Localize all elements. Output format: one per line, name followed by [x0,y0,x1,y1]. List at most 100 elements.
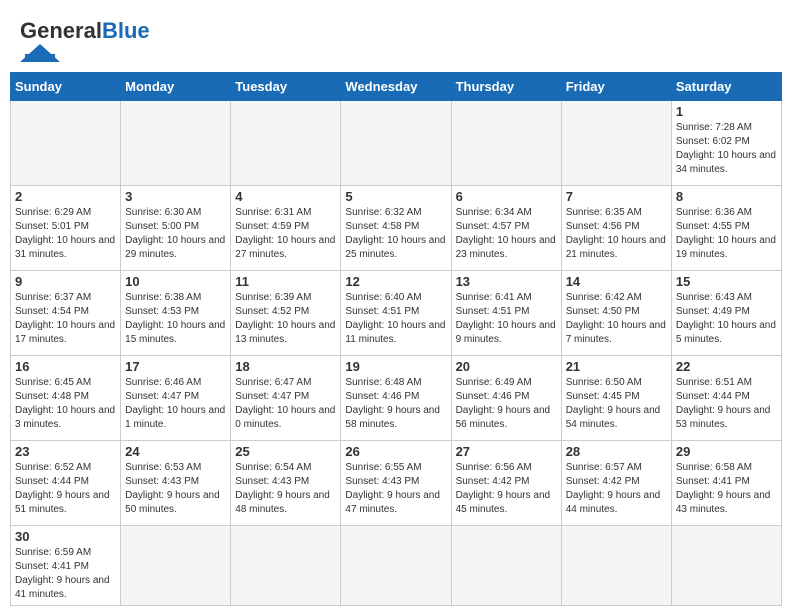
day-number: 5 [345,189,446,204]
day-info: Sunrise: 6:56 AM Sunset: 4:42 PM Dayligh… [456,461,557,517]
day-number: 12 [345,274,446,289]
day-number: 9 [15,274,116,289]
day-number: 21 [566,359,667,374]
logo: GeneralBlue [20,20,150,62]
calendar-cell: 24Sunrise: 6:53 AM Sunset: 4:43 PM Dayli… [121,441,231,526]
day-number: 26 [345,444,446,459]
day-info: Sunrise: 6:30 AM Sunset: 5:00 PM Dayligh… [125,206,226,262]
calendar-cell [341,526,451,606]
calendar-cell: 11 Sunrise: 6:39 AM Sunset: 4:52 PM Dayli… [231,271,341,356]
calendar-cell [561,526,671,606]
day-info: Sunrise: 6:29 AM Sunset: 5:01 PM Dayligh… [15,206,116,262]
calendar-cell [121,526,231,606]
day-number: 23 [15,444,116,459]
calendar-cell: 15 Sunrise: 6:43 AM Sunset: 4:49 PM Dayli… [671,271,781,356]
header-thursday: Thursday [451,73,561,101]
logo-text: GeneralBlue [20,20,150,42]
header-monday: Monday [121,73,231,101]
day-info: Sunrise: 6:52 AM Sunset: 4:44 PM Dayligh… [15,461,116,517]
day-info: Sunrise: 6:43 AM Sunset: 4:49 PM Dayligh… [676,291,777,347]
calendar-cell: 25 Sunrise: 6:54 AM Sunset: 4:43 PM Dayli… [231,441,341,526]
day-info: Sunrise: 6:38 AM Sunset: 4:53 PM Dayligh… [125,291,226,347]
calendar-cell: 26 Sunrise: 6:55 AM Sunset: 4:43 PM Dayli… [341,441,451,526]
day-info: Sunrise: 6:49 AM Sunset: 4:46 PM Dayligh… [456,376,557,432]
header-tuesday: Tuesday [231,73,341,101]
day-number: 28 [566,444,667,459]
day-info: Sunrise: 6:37 AM Sunset: 4:54 PM Dayligh… [15,291,116,347]
calendar-cell: 10Sunrise: 6:38 AM Sunset: 4:53 PM Dayli… [121,271,231,356]
week-row-4: 23 Sunrise: 6:52 AM Sunset: 4:44 PM Dayli… [11,441,782,526]
day-info: Sunrise: 6:51 AM Sunset: 4:44 PM Dayligh… [676,376,777,432]
calendar-cell: 7 Sunrise: 6:35 AM Sunset: 4:56 PM Daylig… [561,186,671,271]
calendar-cell [231,526,341,606]
calendar-cell: 14 Sunrise: 6:42 AM Sunset: 4:50 PM Dayli… [561,271,671,356]
day-number: 24 [125,444,226,459]
calendar-cell: 16 Sunrise: 6:45 AM Sunset: 4:48 PM Dayli… [11,356,121,441]
day-number: 27 [456,444,557,459]
calendar-cell: 1 Sunrise: 7:28 AM Sunset: 6:02 PM Daylig… [671,101,781,186]
calendar-cell: 29 Sunrise: 6:58 AM Sunset: 4:41 PM Dayli… [671,441,781,526]
day-number: 11 [235,274,336,289]
calendar-cell: 20Sunrise: 6:49 AM Sunset: 4:46 PM Dayli… [451,356,561,441]
day-number: 22 [676,359,777,374]
day-number: 8 [676,189,777,204]
calendar-cell [341,101,451,186]
calendar-cell: 22 Sunrise: 6:51 AM Sunset: 4:44 PM Dayli… [671,356,781,441]
week-row-5: 30Sunrise: 6:59 AM Sunset: 4:41 PM Dayli… [11,526,782,606]
day-number: 13 [456,274,557,289]
day-info: Sunrise: 6:46 AM Sunset: 4:47 PM Dayligh… [125,376,226,432]
calendar-cell: 13 Sunrise: 6:41 AM Sunset: 4:51 PM Dayli… [451,271,561,356]
day-info: Sunrise: 6:55 AM Sunset: 4:43 PM Dayligh… [345,461,446,517]
day-info: Sunrise: 6:47 AM Sunset: 4:47 PM Dayligh… [235,376,336,432]
calendar-cell: 30Sunrise: 6:59 AM Sunset: 4:41 PM Dayli… [11,526,121,606]
day-number: 25 [235,444,336,459]
header-friday: Friday [561,73,671,101]
day-info: Sunrise: 6:45 AM Sunset: 4:48 PM Dayligh… [15,376,116,432]
day-number: 3 [125,189,226,204]
day-info: Sunrise: 6:35 AM Sunset: 4:56 PM Dayligh… [566,206,667,262]
day-number: 16 [15,359,116,374]
calendar-cell [451,101,561,186]
day-info: Sunrise: 6:59 AM Sunset: 4:41 PM Dayligh… [15,546,116,602]
day-info: Sunrise: 6:54 AM Sunset: 4:43 PM Dayligh… [235,461,336,517]
day-info: Sunrise: 7:28 AM Sunset: 6:02 PM Dayligh… [676,121,777,177]
calendar-cell: 5Sunrise: 6:32 AM Sunset: 4:58 PM Daylig… [341,186,451,271]
calendar-cell: 19Sunrise: 6:48 AM Sunset: 4:46 PM Dayli… [341,356,451,441]
day-number: 7 [566,189,667,204]
day-info: Sunrise: 6:42 AM Sunset: 4:50 PM Dayligh… [566,291,667,347]
logo-icon [20,44,60,62]
day-number: 19 [345,359,446,374]
day-number: 1 [676,104,777,119]
day-info: Sunrise: 6:39 AM Sunset: 4:52 PM Dayligh… [235,291,336,347]
calendar-cell [671,526,781,606]
calendar-cell: 2Sunrise: 6:29 AM Sunset: 5:01 PM Daylig… [11,186,121,271]
day-number: 18 [235,359,336,374]
weekday-header-row: SundayMondayTuesdayWednesdayThursdayFrid… [11,73,782,101]
day-number: 15 [676,274,777,289]
day-info: Sunrise: 6:58 AM Sunset: 4:41 PM Dayligh… [676,461,777,517]
calendar-cell: 8 Sunrise: 6:36 AM Sunset: 4:55 PM Daylig… [671,186,781,271]
calendar-cell: 28 Sunrise: 6:57 AM Sunset: 4:42 PM Dayli… [561,441,671,526]
day-info: Sunrise: 6:57 AM Sunset: 4:42 PM Dayligh… [566,461,667,517]
header-wednesday: Wednesday [341,73,451,101]
calendar-cell [561,101,671,186]
day-info: Sunrise: 6:31 AM Sunset: 4:59 PM Dayligh… [235,206,336,262]
header: GeneralBlue [10,10,782,67]
calendar-cell [451,526,561,606]
calendar-cell: 3 Sunrise: 6:30 AM Sunset: 5:00 PM Daylig… [121,186,231,271]
calendar-cell: 23 Sunrise: 6:52 AM Sunset: 4:44 PM Dayli… [11,441,121,526]
calendar-cell [231,101,341,186]
day-info: Sunrise: 6:41 AM Sunset: 4:51 PM Dayligh… [456,291,557,347]
day-number: 17 [125,359,226,374]
day-info: Sunrise: 6:50 AM Sunset: 4:45 PM Dayligh… [566,376,667,432]
calendar-cell: 27 Sunrise: 6:56 AM Sunset: 4:42 PM Dayli… [451,441,561,526]
calendar-cell: 6Sunrise: 6:34 AM Sunset: 4:57 PM Daylig… [451,186,561,271]
week-row-1: 2Sunrise: 6:29 AM Sunset: 5:01 PM Daylig… [11,186,782,271]
day-info: Sunrise: 6:36 AM Sunset: 4:55 PM Dayligh… [676,206,777,262]
day-number: 29 [676,444,777,459]
day-number: 14 [566,274,667,289]
calendar-cell [11,101,121,186]
logo-general: General [20,18,102,43]
calendar: SundayMondayTuesdayWednesdayThursdayFrid… [10,72,782,606]
logo-blue: Blue [102,18,150,43]
